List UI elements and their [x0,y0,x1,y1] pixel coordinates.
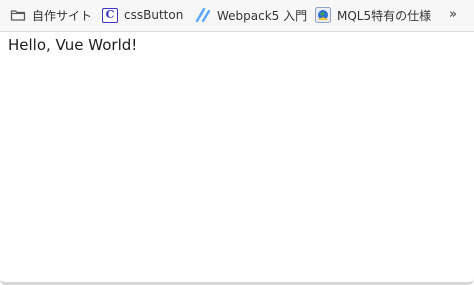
bookmark-cssbutton[interactable]: C cssButton [102,5,183,25]
bookmark-label: 自作サイト [32,8,93,23]
bookmarks-overflow-button[interactable]: » [446,5,460,25]
bookmark-webpack5[interactable]: Webpack5 入門 [195,5,307,25]
bookmark-jisaku-site[interactable]: 自作サイト [10,5,92,25]
webpack-slash-icon [195,7,211,23]
css-icon: C [102,7,118,23]
browser-window: 自作サイト C cssButton Webpack5 入門 MQL5特有の仕様 … [0,0,474,285]
bookmark-mql5[interactable]: MQL5特有の仕様 [315,5,431,25]
bookmark-label: MQL5特有の仕様 [337,8,432,23]
page-heading: Hello, Vue World! [8,36,138,54]
mql5-globe-icon [315,7,331,23]
bookmarks-bar: 自作サイト C cssButton Webpack5 入門 MQL5特有の仕様 … [0,0,474,32]
bookmark-label: cssButton [124,8,184,22]
folder-icon [10,7,26,23]
bookmark-label: Webpack5 入門 [217,8,308,23]
